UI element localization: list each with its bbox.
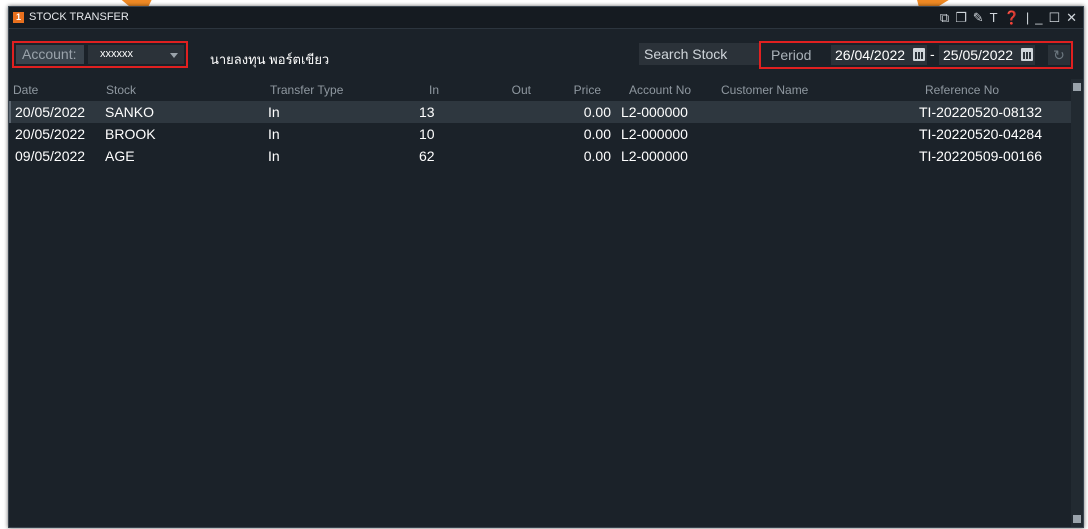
col-price[interactable]: Price bbox=[569, 83, 601, 97]
window-title: STOCK TRANSFER bbox=[29, 11, 129, 23]
col-date[interactable]: Date bbox=[13, 83, 38, 97]
cell-account: L2-000000 bbox=[621, 148, 688, 164]
cell-stock: SANKO bbox=[105, 104, 155, 120]
close-icon[interactable]: ✕ bbox=[1066, 9, 1077, 26]
col-account-no[interactable]: Account No bbox=[629, 83, 691, 97]
account-highlight: Account: xxxxxx bbox=[12, 41, 188, 68]
col-out[interactable]: Out bbox=[499, 83, 531, 97]
external-link-icon[interactable]: ⧉ bbox=[940, 9, 949, 26]
period-highlight: Period 26/04/2022 - 25/05/2022 ↻ bbox=[759, 41, 1073, 69]
search-stock-input[interactable]: Search Stock bbox=[639, 43, 759, 65]
restore-icon[interactable]: ❐ bbox=[955, 9, 967, 26]
table-row[interactable]: 20/05/2022 SANKO In 13 0.00 L2-000000 TI… bbox=[9, 101, 1071, 123]
calendar-icon[interactable] bbox=[1021, 48, 1033, 61]
cell-date: 20/05/2022 bbox=[15, 126, 86, 142]
toolbar: Account: xxxxxx นายลงทุน พอร์ตเขียว Sear… bbox=[9, 29, 1083, 77]
date-from-field[interactable]: 26/04/2022 bbox=[831, 45, 927, 65]
vertical-scrollbar[interactable] bbox=[1071, 79, 1083, 527]
cell-in: 10 bbox=[419, 126, 435, 142]
stock-transfer-window: 1 STOCK TRANSFER ⧉ ❐ ✎ T ❓ | _ ☐ ✕ Accou… bbox=[8, 6, 1084, 528]
chevron-down-icon bbox=[170, 53, 178, 58]
font-icon[interactable]: T bbox=[990, 9, 998, 26]
refresh-icon: ↻ bbox=[1053, 47, 1065, 63]
maximize-icon[interactable]: ☐ bbox=[1048, 9, 1060, 26]
cell-price: 0.00 bbox=[583, 148, 611, 164]
cell-stock: BROOK bbox=[105, 126, 156, 142]
cell-reference: TI-20220520-04284 bbox=[919, 126, 1042, 142]
cell-reference: TI-20220520-08132 bbox=[919, 104, 1042, 120]
account-dropdown[interactable]: xxxxxx bbox=[88, 45, 184, 64]
refresh-button[interactable]: ↻ bbox=[1048, 45, 1070, 65]
col-in[interactable]: In bbox=[409, 83, 439, 97]
cell-type: In bbox=[268, 126, 280, 142]
cell-reference: TI-20220509-00166 bbox=[919, 148, 1042, 164]
col-customer-name[interactable]: Customer Name bbox=[721, 83, 808, 97]
col-reference-no[interactable]: Reference No bbox=[925, 83, 999, 97]
cell-type: In bbox=[268, 104, 280, 120]
date-from-value: 26/04/2022 bbox=[835, 47, 906, 63]
scroll-up-icon[interactable] bbox=[1073, 83, 1081, 91]
separator-icon: | bbox=[1025, 10, 1030, 25]
row-marker bbox=[9, 101, 11, 123]
transfer-table: Date Stock Transfer Type In Out Price Ac… bbox=[9, 79, 1083, 527]
cell-date: 20/05/2022 bbox=[15, 104, 86, 120]
account-label: Account: bbox=[16, 45, 84, 64]
date-to-field[interactable]: 25/05/2022 bbox=[939, 45, 1035, 65]
window-number-badge: 1 bbox=[13, 12, 24, 23]
period-label: Period bbox=[771, 47, 812, 63]
account-value: xxxxxx bbox=[100, 48, 133, 60]
scroll-down-icon[interactable] bbox=[1073, 515, 1081, 523]
title-bar[interactable]: 1 STOCK TRANSFER ⧉ ❐ ✎ T ❓ | _ ☐ ✕ bbox=[9, 7, 1083, 29]
account-holder-name: นายลงทุน พอร์ตเขียว bbox=[210, 52, 330, 67]
col-transfer-type[interactable]: Transfer Type bbox=[270, 83, 343, 97]
cell-in: 62 bbox=[419, 148, 435, 164]
cell-date: 09/05/2022 bbox=[15, 148, 86, 164]
table-row[interactable]: 09/05/2022 AGE In 62 0.00 L2-000000 TI-2… bbox=[9, 145, 1071, 167]
cell-account: L2-000000 bbox=[621, 104, 688, 120]
cell-account: L2-000000 bbox=[621, 126, 688, 142]
help-icon[interactable]: ❓ bbox=[1004, 9, 1020, 26]
col-stock[interactable]: Stock bbox=[106, 83, 136, 97]
pin-icon[interactable]: ✎ bbox=[973, 9, 984, 26]
cell-in: 13 bbox=[419, 104, 435, 120]
cell-price: 0.00 bbox=[583, 104, 611, 120]
table-header: Date Stock Transfer Type In Out Price Ac… bbox=[9, 79, 1071, 101]
table-row[interactable]: 20/05/2022 BROOK In 10 0.00 L2-000000 TI… bbox=[9, 123, 1071, 145]
date-to-value: 25/05/2022 bbox=[943, 47, 1014, 63]
date-separator: - bbox=[930, 46, 935, 62]
cell-stock: AGE bbox=[105, 148, 135, 164]
minimize-icon[interactable]: _ bbox=[1035, 9, 1042, 26]
cell-type: In bbox=[268, 148, 280, 164]
cell-price: 0.00 bbox=[583, 126, 611, 142]
calendar-icon[interactable] bbox=[913, 48, 925, 61]
window-controls: ⧉ ❐ ✎ T ❓ | _ ☐ ✕ bbox=[940, 9, 1077, 26]
